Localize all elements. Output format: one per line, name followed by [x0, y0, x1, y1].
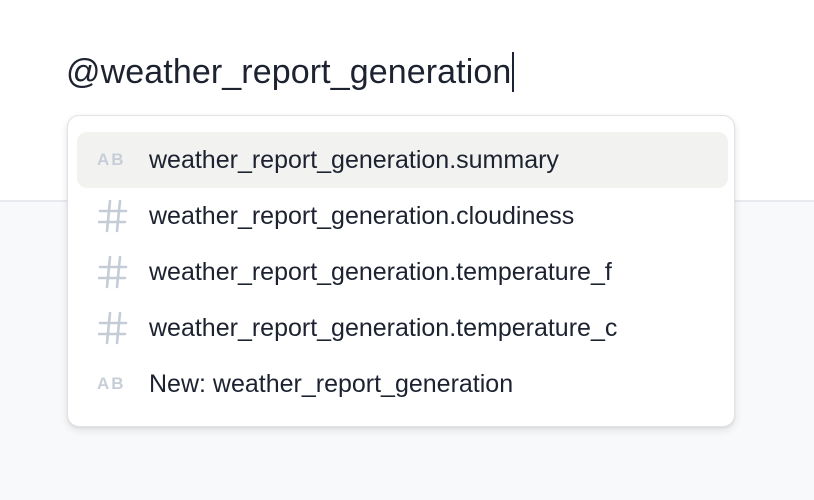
number-type-icon [77, 255, 149, 289]
number-type-icon [77, 311, 149, 345]
suggestion-summary[interactable]: AB weather_report_generation.summary [77, 132, 728, 188]
suggestion-new[interactable]: AB New: weather_report_generation [77, 356, 728, 412]
suggestion-label: weather_report_generation.summary [149, 145, 559, 174]
text-type-icon: AB [97, 374, 126, 393]
suggestion-label: weather_report_generation.temperature_c [149, 313, 618, 342]
suggestion-label: weather_report_generation.cloudiness [149, 201, 575, 230]
suggestion-cloudiness[interactable]: weather_report_generation.cloudiness [77, 188, 728, 244]
autocomplete-dropdown: AB weather_report_generation.summary wea… [67, 115, 735, 427]
suggestion-temperature-c[interactable]: weather_report_generation.temperature_c [77, 300, 728, 356]
mention-input[interactable]: @weather_report_generation [66, 50, 515, 94]
number-type-icon [77, 199, 149, 233]
suggestion-label: weather_report_generation.temperature_f [149, 257, 612, 286]
suggestion-label: New: weather_report_generation [149, 369, 514, 398]
mention-text: @weather_report_generation [66, 52, 512, 91]
suggestion-temperature-f[interactable]: weather_report_generation.temperature_f [77, 244, 728, 300]
text-caret [512, 52, 515, 92]
text-type-icon: AB [97, 150, 126, 169]
